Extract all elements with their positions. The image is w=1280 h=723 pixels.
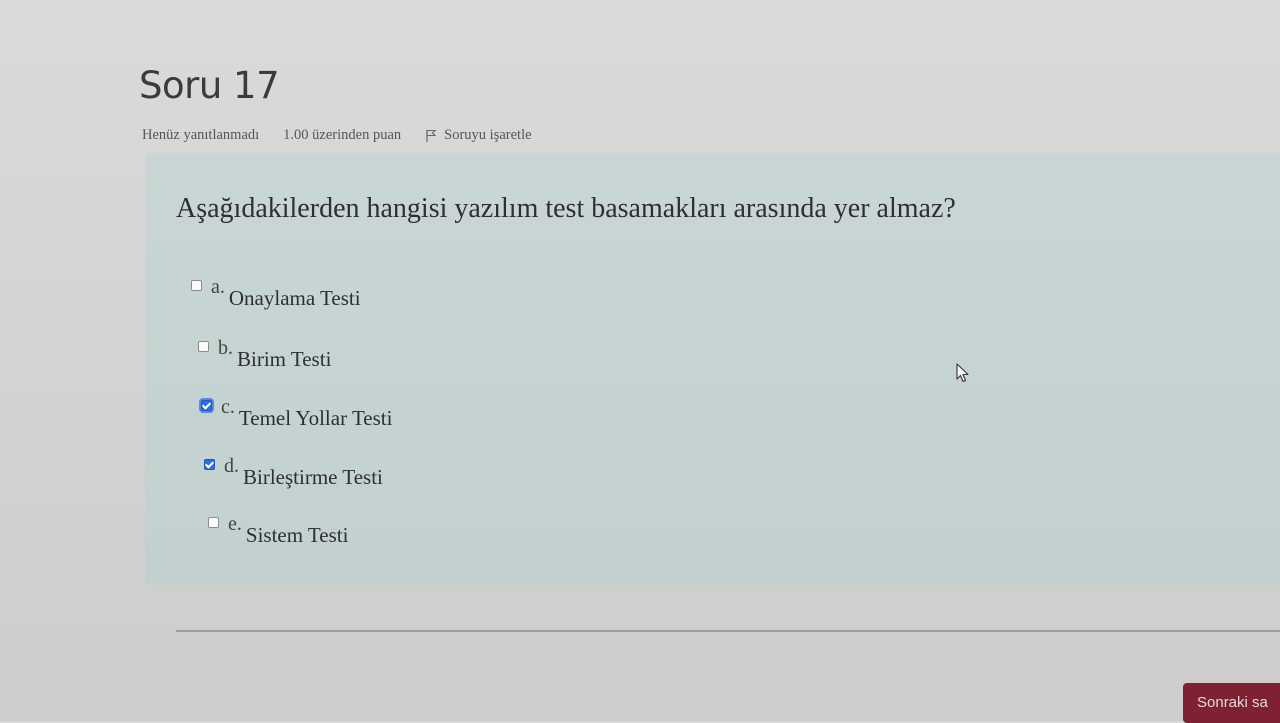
- answer-option-b[interactable]: b. Birim Testi: [198, 337, 331, 372]
- answer-label: Temel Yollar Testi: [238, 406, 393, 430]
- answer-option-c[interactable]: c. Temel Yollar Testi: [201, 396, 392, 431]
- answer-checkbox-b[interactable]: [198, 341, 209, 352]
- next-page-button[interactable]: Sonraki sa: [1183, 683, 1280, 723]
- flag-icon: [426, 129, 437, 142]
- question-state: Henüz yanıtlanmadı: [142, 127, 260, 143]
- question-text: Aşağıdakilerden hangisi yazılım test bas…: [176, 193, 956, 224]
- answer-letter: a.: [211, 276, 225, 298]
- answer-checkbox-e[interactable]: [208, 517, 219, 528]
- answer-option-a[interactable]: a. Onaylama Testi: [191, 276, 361, 311]
- answer-checkbox-a[interactable]: [191, 280, 202, 291]
- answer-label: Birim Testi: [237, 347, 332, 371]
- answer-option-e[interactable]: e. Sistem Testi: [208, 513, 348, 548]
- answer-option-d[interactable]: d. Birleştirme Testi: [204, 455, 383, 490]
- answer-letter: d.: [224, 455, 239, 477]
- question-info: Henüz yanıtlanmadı 1.00 üzerinden puan S…: [142, 127, 532, 144]
- question-content: Aşağıdakilerden hangisi yazılım test bas…: [145, 153, 1280, 585]
- quiz-page: Soru 17 Henüz yanıtlanmadı 1.00 üzerinde…: [0, 0, 1280, 723]
- answer-label: Onaylama Testi: [228, 286, 361, 310]
- divider: [176, 630, 1280, 632]
- answer-label: Sistem Testi: [245, 523, 349, 547]
- answer-letter: b.: [218, 337, 233, 359]
- answer-letter: c.: [221, 396, 235, 418]
- question-grade: 1.00 üzerinden puan: [283, 127, 402, 143]
- flag-question-link[interactable]: Soruyu işaretle: [425, 127, 532, 144]
- question-title: Soru 17: [139, 64, 280, 107]
- answer-checkbox-c[interactable]: [201, 400, 212, 411]
- answer-label: Birleştirme Testi: [243, 465, 383, 489]
- mouse-pointer-icon: [956, 363, 969, 383]
- answer-letter: e.: [228, 513, 242, 535]
- answer-checkbox-d[interactable]: [204, 459, 215, 470]
- flag-question-label: Soruyu işaretle: [444, 127, 532, 143]
